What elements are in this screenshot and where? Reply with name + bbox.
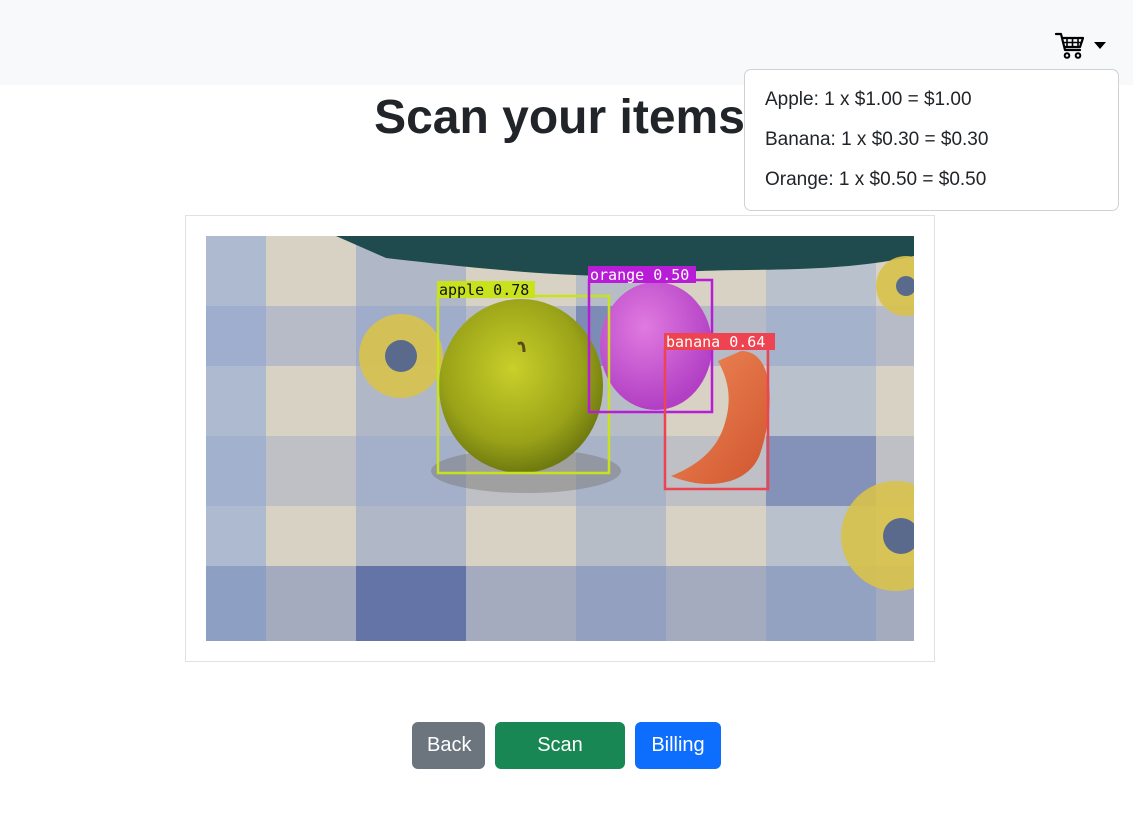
chevron-down-icon (1094, 41, 1106, 49)
apple-detection-label: apple 0.78 (439, 281, 529, 299)
cart-item-apple[interactable]: Apple: 1 x $1.00 = $1.00 (745, 80, 1118, 120)
cart-dropdown-menu: Apple: 1 x $1.00 = $1.00 Banana: 1 x $0.… (744, 69, 1119, 211)
shopping-cart-icon (1054, 32, 1085, 59)
billing-button[interactable]: Billing (635, 722, 721, 769)
cart-dropdown-toggle[interactable] (1054, 27, 1114, 63)
cart-item-banana[interactable]: Banana: 1 x $0.30 = $0.30 (745, 120, 1118, 160)
banana-detection-label: banana 0.64 (666, 333, 765, 351)
orange-detection-label: orange 0.50 (590, 266, 689, 284)
scan-result-card: apple 0.78 orange 0.50 banana 0.64 (185, 215, 935, 662)
scan-result-image: apple 0.78 orange 0.50 banana 0.64 (206, 236, 914, 641)
back-button[interactable]: Back (412, 722, 485, 769)
cart-item-orange[interactable]: Orange: 1 x $0.50 = $0.50 (745, 160, 1118, 200)
scan-again-button[interactable]: Scan Again (495, 722, 625, 803)
action-buttons: Back Scan Again Billing (0, 722, 1133, 803)
